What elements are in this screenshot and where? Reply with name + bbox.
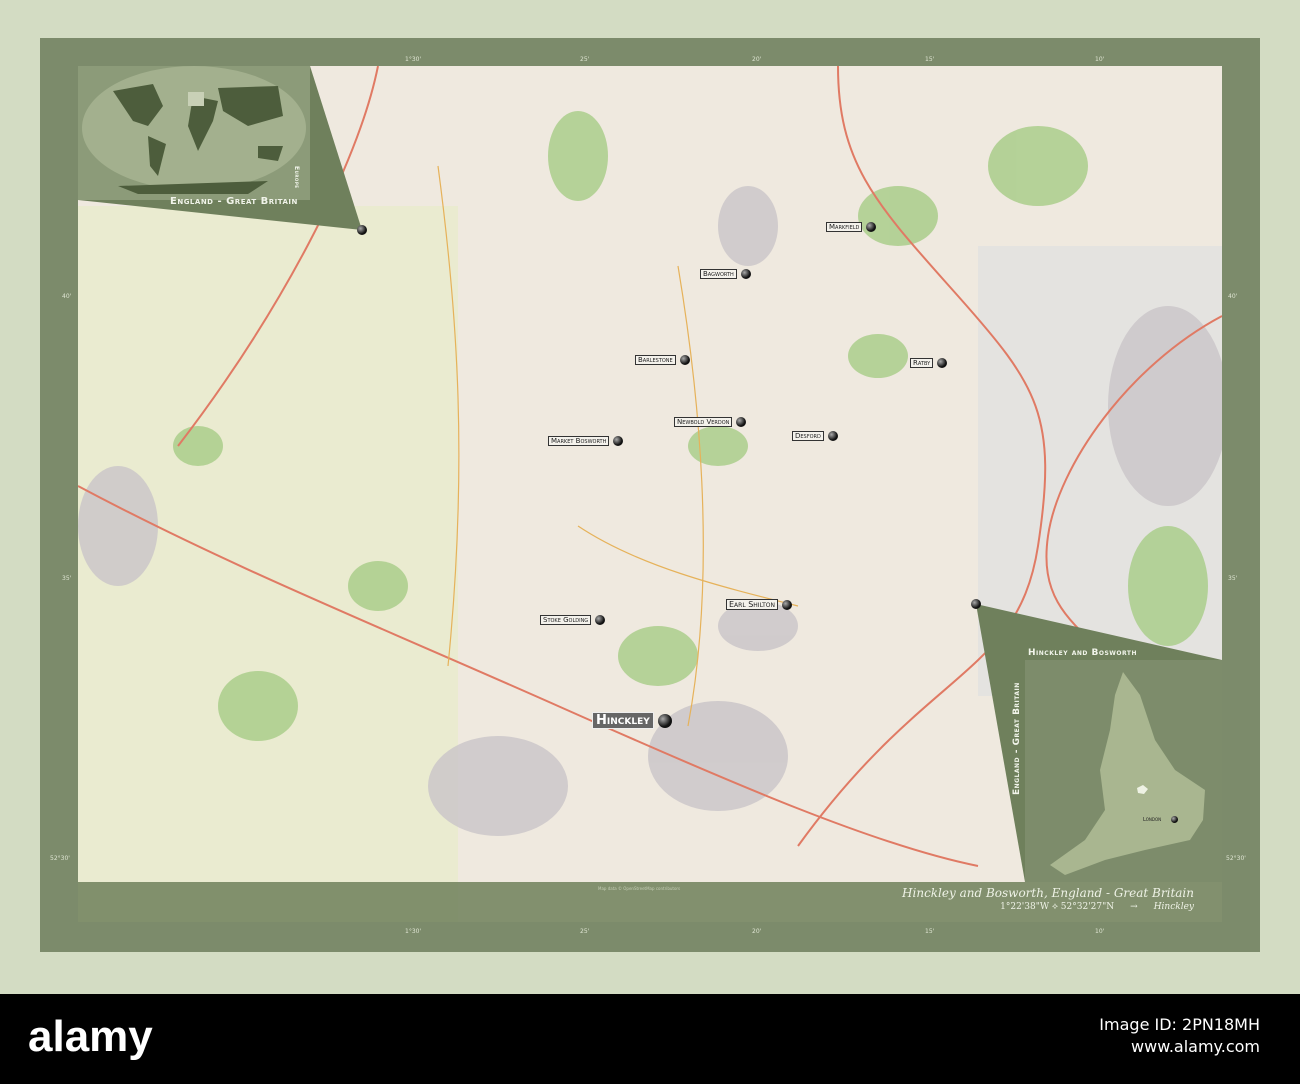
town-label: Bagworth (700, 269, 737, 279)
town-marker-icon (595, 615, 606, 625)
tick-right: 35' (1228, 575, 1238, 582)
town-ratby[interactable]: Ratby (910, 358, 948, 368)
tick-right: 40' (1228, 293, 1238, 300)
town-marker-icon (866, 222, 877, 232)
town-marker-icon (613, 436, 624, 446)
town-label: Hinckley (592, 712, 654, 729)
town-label: Market Bosworth (548, 436, 610, 446)
map-title: Hinckley and Bosworth, England - Great B… (902, 886, 1194, 900)
tick-left: 40' (62, 293, 72, 300)
town-earl-shilton[interactable]: Earl Shilton (726, 599, 792, 610)
town-hinckley[interactable]: Hinckley (592, 712, 672, 729)
tick-bottom: 25' (580, 928, 590, 935)
tick-top: 15' (925, 56, 935, 63)
town-label: Ratby (910, 358, 934, 368)
town-marker-icon (827, 431, 838, 441)
tick-bottom: 15' (925, 928, 935, 935)
town-newbold-verdon[interactable]: Newbold Verdon (674, 417, 747, 427)
tick-left: 52°30' (50, 855, 70, 862)
watermark-bar: alamy Image ID: 2PN18MH www.alamy.com (0, 994, 1300, 1084)
world-inset-title: England - Great Britain (170, 196, 298, 207)
country-inset-title: Hinckley and Bosworth (1028, 648, 1137, 658)
town-label: Markfield (826, 222, 863, 232)
town-marker-icon (736, 417, 747, 427)
tick-left: 35' (62, 575, 72, 582)
image-id: Image ID: 2PN18MH www.alamy.com (1099, 1014, 1260, 1058)
capital-name: Hinckley (1153, 902, 1194, 912)
location-marker-icon (971, 599, 981, 609)
town-desford[interactable]: Desford (792, 431, 838, 441)
england-map-icon (1050, 672, 1205, 875)
country-inset-side-title: England - Great Britain (1012, 682, 1022, 795)
town-bagworth[interactable]: Bagworth (700, 269, 751, 279)
alamy-logo: alamy (28, 1012, 153, 1061)
town-marker-icon (679, 355, 690, 365)
tick-right: 52°30' (1226, 855, 1246, 862)
town-marker-icon (937, 358, 948, 368)
town-label: Desford (792, 431, 824, 441)
world-inset (78, 66, 310, 200)
town-marker-icon (781, 599, 792, 610)
map-subtitle: 1°22'38"W ⟡ 52°32'27"N → Hinckley (1000, 902, 1194, 912)
town-label: Newbold Verdon (674, 417, 733, 427)
tick-top: 25' (580, 56, 590, 63)
town-barlestone[interactable]: Barlestone (635, 355, 690, 365)
tick-top: 1°30' (405, 56, 422, 63)
tick-bottom: 10' (1095, 928, 1105, 935)
town-markfield[interactable]: Markfield (826, 222, 877, 232)
town-label: Earl Shilton (726, 599, 778, 610)
town-marker-icon (740, 269, 751, 279)
town-stoke-golding[interactable]: Stoke Golding (540, 615, 606, 625)
town-label: Barlestone (635, 355, 676, 365)
town-label: Stoke Golding (540, 615, 592, 625)
watermark-url: www.alamy.com (1131, 1037, 1260, 1056)
london-label: London (1143, 817, 1162, 823)
tick-top: 20' (752, 56, 762, 63)
arrow-icon: → (1130, 902, 1138, 912)
tick-bottom: 1°30' (405, 928, 422, 935)
image-id-text: Image ID: 2PN18MH (1099, 1015, 1260, 1034)
world-inset-region: Europe (293, 166, 300, 189)
location-marker-icon (357, 225, 367, 235)
world-map-icon (82, 66, 306, 194)
london-marker-icon (1171, 816, 1178, 823)
capital-marker-icon (657, 713, 672, 728)
map-legend-banner: Map data © OpenStreetMap contributors Hi… (78, 882, 1222, 922)
credit-text: Map data © OpenStreetMap contributors (598, 886, 681, 891)
coordinates: 1°22'38"W ⟡ 52°32'27"N (1000, 902, 1115, 912)
town-market-bosworth[interactable]: Market Bosworth (548, 436, 624, 446)
country-inset: London (1025, 660, 1222, 882)
tick-bottom: 20' (752, 928, 762, 935)
tick-top: 10' (1095, 56, 1105, 63)
